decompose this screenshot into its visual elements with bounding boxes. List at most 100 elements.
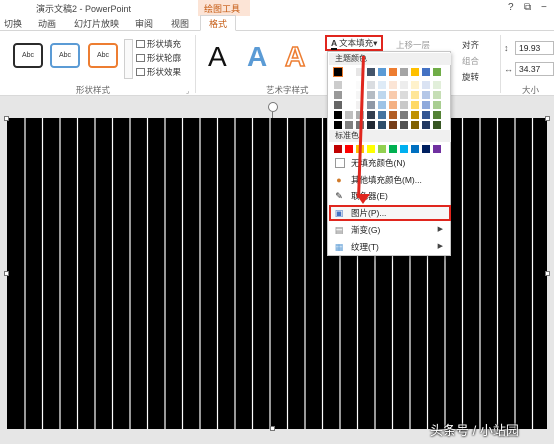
theme-color-swatch[interactable]	[433, 111, 441, 119]
tab-slideshow[interactable]: 幻灯片放映	[74, 17, 119, 30]
theme-color-swatch[interactable]	[422, 111, 430, 119]
shape-effects-button[interactable]: 形状效果	[136, 66, 181, 78]
shape-fill-button[interactable]: 形状填充	[136, 38, 181, 50]
theme-color-swatch[interactable]	[378, 81, 386, 89]
theme-color-swatch[interactable]	[389, 121, 397, 129]
theme-color-swatch[interactable]	[378, 101, 386, 109]
bring-forward-button[interactable]: 上移一层	[396, 39, 430, 51]
wordart-style-blue[interactable]: A	[247, 41, 267, 73]
theme-color-swatch[interactable]	[367, 101, 375, 109]
tab-transitions[interactable]: 切换	[4, 17, 22, 30]
theme-color-swatch[interactable]	[400, 91, 408, 99]
standard-color-swatch[interactable]	[411, 145, 419, 153]
resize-handle-top-right[interactable]	[545, 116, 550, 121]
standard-color-swatch[interactable]	[367, 145, 375, 153]
wordart-style-outline-orange[interactable]: A	[284, 40, 306, 73]
wordart-style-plain[interactable]: A	[208, 41, 227, 73]
theme-color-swatch[interactable]	[411, 81, 419, 89]
tab-format[interactable]: 格式	[200, 15, 237, 31]
theme-color-swatch[interactable]	[378, 121, 386, 129]
theme-color-swatch[interactable]	[433, 81, 441, 89]
theme-color-swatch[interactable]	[367, 121, 375, 129]
gradient-item[interactable]: ▤ 渐变(G) ▶	[329, 222, 451, 238]
theme-color-swatch[interactable]	[334, 111, 342, 119]
theme-color-swatch[interactable]	[389, 91, 397, 99]
selected-shape[interactable]	[7, 118, 547, 429]
theme-color-swatch[interactable]	[389, 101, 397, 109]
theme-color-swatch[interactable]	[433, 121, 441, 129]
group-button[interactable]: 组合	[462, 55, 479, 67]
theme-color-swatch[interactable]	[411, 91, 419, 99]
standard-color-swatch[interactable]	[378, 145, 386, 153]
theme-color-swatch[interactable]	[334, 121, 342, 129]
theme-color-swatch[interactable]	[433, 101, 441, 109]
theme-color-swatch[interactable]	[400, 101, 408, 109]
more-fill-colors-item[interactable]: ● 其他填充颜色(M)...	[329, 172, 451, 188]
theme-color-swatch[interactable]	[345, 101, 353, 109]
theme-color-swatch[interactable]	[389, 68, 397, 76]
picture-fill-item[interactable]: ▣ 图片(P)...	[329, 205, 451, 221]
theme-color-swatch[interactable]	[389, 111, 397, 119]
texture-item[interactable]: ▦ 纹理(T) ▶	[329, 239, 451, 255]
eyedropper-item[interactable]: ✎ 取色器(E)	[329, 188, 451, 204]
shape-styles-gallery-scroll[interactable]	[124, 39, 133, 79]
theme-color-swatch[interactable]	[345, 121, 353, 129]
theme-color-swatch[interactable]	[367, 68, 375, 76]
theme-color-swatch[interactable]	[411, 111, 419, 119]
align-button[interactable]: 对齐	[462, 39, 479, 51]
theme-color-swatch[interactable]	[378, 111, 386, 119]
standard-color-swatch[interactable]	[422, 145, 430, 153]
theme-color-swatch[interactable]	[345, 111, 353, 119]
shape-height-input[interactable]: 19.93	[515, 41, 554, 55]
theme-color-swatch[interactable]	[345, 91, 353, 99]
resize-handle-top-left[interactable]	[4, 116, 9, 121]
resize-handle-bottom[interactable]	[270, 426, 275, 431]
theme-color-swatch[interactable]	[400, 81, 408, 89]
theme-color-swatch[interactable]	[378, 68, 386, 76]
theme-color-swatch[interactable]	[422, 68, 430, 76]
theme-color-swatch[interactable]	[400, 111, 408, 119]
tab-review[interactable]: 审阅	[135, 17, 153, 30]
theme-color-swatch[interactable]	[367, 81, 375, 89]
standard-color-swatch[interactable]	[400, 145, 408, 153]
theme-color-swatch[interactable]	[411, 68, 419, 76]
theme-color-swatch[interactable]	[422, 121, 430, 129]
theme-color-swatch[interactable]	[400, 68, 408, 76]
theme-color-swatch[interactable]	[345, 68, 353, 76]
theme-color-swatch[interactable]	[334, 81, 342, 89]
restore-button[interactable]: ⧉	[524, 2, 531, 13]
rotation-handle[interactable]	[268, 102, 278, 112]
shape-style-orange[interactable]: Abc	[88, 43, 118, 68]
theme-color-swatch[interactable]	[400, 121, 408, 129]
tab-animations[interactable]: 动画	[38, 17, 56, 30]
theme-color-swatch[interactable]	[367, 111, 375, 119]
standard-color-swatch[interactable]	[345, 145, 353, 153]
standard-color-swatch[interactable]	[389, 145, 397, 153]
standard-color-swatch[interactable]	[334, 145, 342, 153]
theme-color-swatch[interactable]	[422, 81, 430, 89]
theme-color-swatch[interactable]	[378, 91, 386, 99]
shape-outline-button[interactable]: 形状轮廓	[136, 52, 181, 64]
theme-color-swatch[interactable]	[333, 67, 343, 77]
minimize-button[interactable]: −	[541, 2, 547, 13]
dialog-launcher-icon[interactable]: ⌟	[186, 87, 189, 95]
theme-color-swatch[interactable]	[367, 91, 375, 99]
shape-style-blue[interactable]: Abc	[50, 43, 80, 68]
theme-color-swatch[interactable]	[334, 91, 342, 99]
no-fill-item[interactable]: 无填充颜色(N)	[329, 155, 451, 171]
theme-color-swatch[interactable]	[433, 91, 441, 99]
theme-color-swatch[interactable]	[422, 91, 430, 99]
resize-handle-left[interactable]	[4, 271, 9, 276]
shape-style-dark[interactable]: Abc	[13, 43, 43, 68]
shape-width-input[interactable]: 34.37	[515, 62, 554, 76]
help-button[interactable]: ?	[508, 2, 514, 13]
theme-color-swatch[interactable]	[389, 81, 397, 89]
resize-handle-right[interactable]	[545, 271, 550, 276]
text-fill-button[interactable]: A 文本填充▾	[325, 35, 383, 51]
theme-color-swatch[interactable]	[345, 81, 353, 89]
standard-color-swatch[interactable]	[433, 145, 441, 153]
theme-color-swatch[interactable]	[334, 101, 342, 109]
theme-color-swatch[interactable]	[411, 121, 419, 129]
tab-view[interactable]: 视图	[171, 17, 189, 30]
rotate-button[interactable]: 旋转	[462, 71, 479, 83]
